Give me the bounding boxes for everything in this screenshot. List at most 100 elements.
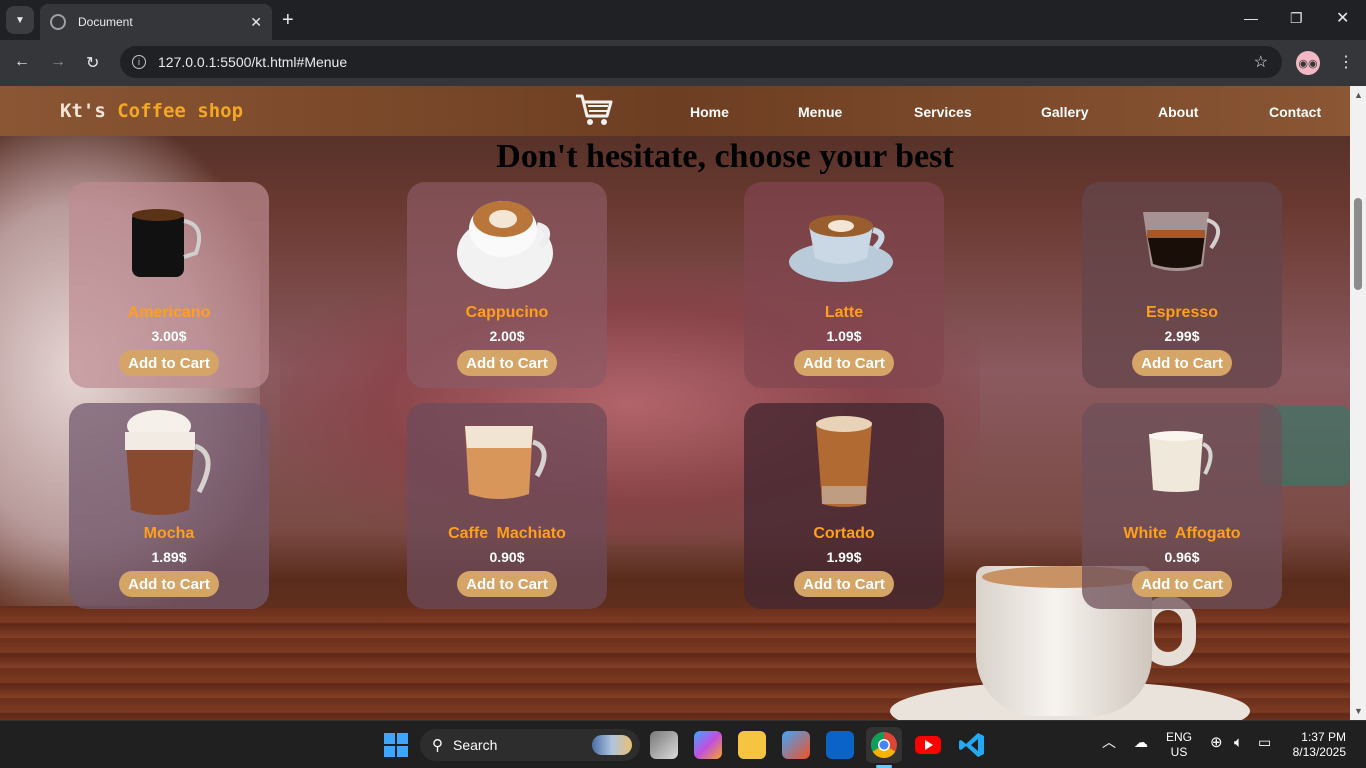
back-button[interactable]: ← <box>14 53 30 71</box>
product-card-cappucino: Cappucino 2.00$ Add to Cart <box>407 182 607 388</box>
nav-services[interactable]: Services <box>914 104 972 120</box>
copilot-icon[interactable] <box>694 731 722 759</box>
region-code: US <box>1170 745 1188 759</box>
volume-icon[interactable]: 🔈︎ <box>1234 735 1243 750</box>
white-affogato-image <box>1082 403 1282 521</box>
product-price: 0.90$ <box>489 549 525 565</box>
mocha-image <box>69 403 269 521</box>
task-view-icon[interactable] <box>650 731 678 759</box>
add-to-cart-button[interactable]: Add to Cart <box>794 350 894 376</box>
nav-about[interactable]: About <box>1158 104 1198 120</box>
product-card-caffe-machiato: Caffe Machiato 0.90$ Add to Cart <box>407 403 607 609</box>
product-card-americano: Americano 3.00$ Add to Cart <box>69 182 269 388</box>
caffe-machiato-image <box>407 403 607 521</box>
add-to-cart-button[interactable]: Add to Cart <box>457 350 557 376</box>
product-price: 2.00$ <box>489 328 525 344</box>
scrollbar-thumb[interactable] <box>1354 198 1362 290</box>
close-window-button[interactable]: ✕ <box>1336 8 1349 28</box>
shopping-cart-icon[interactable] <box>574 92 614 128</box>
address-bar[interactable]: i 127.0.0.1:5500/kt.html#Menue ☆ <box>120 46 1282 78</box>
add-to-cart-button[interactable]: Add to Cart <box>1132 571 1232 597</box>
product-price: 1.89$ <box>151 549 187 565</box>
reload-button[interactable]: ↻ <box>86 53 99 73</box>
product-name: Cappucino <box>465 304 549 321</box>
product-card-white-affogato: White Affogato 0.96$ Add to Cart <box>1082 403 1282 609</box>
brand-accent: Coffee shop <box>117 100 244 122</box>
tab-strip: ▼ Document ✕ + — ❐ ✕ <box>0 0 1366 40</box>
language-code: ENG <box>1166 730 1193 744</box>
tab-title: Document <box>78 15 133 29</box>
close-tab-icon[interactable]: ✕ <box>250 14 262 31</box>
nav-contact[interactable]: Contact <box>1269 104 1321 120</box>
add-to-cart-button[interactable]: Add to Cart <box>1132 350 1232 376</box>
search-highlight-icon <box>592 735 632 755</box>
product-name: White Affogato <box>1123 525 1241 542</box>
browser-tab[interactable]: Document ✕ <box>40 4 272 40</box>
youtube-icon[interactable] <box>914 731 942 759</box>
page-headline: Don't hesitate, choose your best <box>496 138 954 175</box>
microsoft-store-icon[interactable] <box>782 731 810 759</box>
page-viewport: Kt's Coffee shop Home Menue Services Gal… <box>0 86 1350 720</box>
globe-icon <box>50 14 66 30</box>
network-icon[interactable]: ⊕ <box>1210 735 1223 750</box>
tab-search-button[interactable]: ▼ <box>6 6 34 34</box>
forward-button[interactable]: → <box>50 53 66 71</box>
battery-icon[interactable]: ▭ <box>1258 735 1271 750</box>
chevron-down-icon: ▼ <box>15 14 25 26</box>
chrome-icon[interactable] <box>870 731 898 759</box>
vscode-icon[interactable] <box>958 731 986 759</box>
americano-image <box>69 182 269 300</box>
outlook-icon[interactable] <box>826 731 854 759</box>
latte-image <box>744 182 944 300</box>
onedrive-icon[interactable]: ☁ <box>1134 735 1148 750</box>
site-info-icon[interactable]: i <box>132 55 146 69</box>
cortado-image <box>744 403 944 521</box>
nav-gallery[interactable]: Gallery <box>1041 104 1088 120</box>
show-hidden-icons[interactable]: ︿ <box>1102 735 1116 750</box>
product-price: 2.99$ <box>1164 328 1200 344</box>
product-name: Americano <box>127 304 211 321</box>
windows-start-icon[interactable] <box>382 731 410 759</box>
windows-taskbar: ⚲ Search ︿ ☁ ENG US ⊕ 🔈︎ ▭ 1:37 PM 8/13/… <box>0 720 1366 768</box>
file-explorer-icon[interactable] <box>738 731 766 759</box>
add-to-cart-button[interactable]: Add to Cart <box>119 571 219 597</box>
scroll-up-arrow[interactable]: ▲ <box>1354 90 1363 100</box>
product-name: Cortado <box>813 525 875 542</box>
clock-time: 1:37 PM <box>1301 730 1346 744</box>
product-name: Espresso <box>1145 304 1219 321</box>
brand-prefix: Kt's <box>60 100 106 122</box>
nav-home[interactable]: Home <box>690 104 729 120</box>
minimize-button[interactable]: — <box>1244 10 1258 26</box>
new-tab-button[interactable]: + <box>282 10 294 30</box>
add-to-cart-button[interactable]: Add to Cart <box>457 571 557 597</box>
cappucino-image <box>407 182 607 300</box>
page-scrollbar[interactable]: ▲ ▼ <box>1350 86 1366 720</box>
product-name: Latte <box>824 304 864 321</box>
clock-date: 8/13/2025 <box>1292 745 1346 759</box>
profile-avatar[interactable]: ◉◉ <box>1296 51 1320 75</box>
site-header: Kt's Coffee shop Home Menue Services Gal… <box>0 86 1350 136</box>
taskbar-search[interactable]: ⚲ Search <box>420 729 640 761</box>
product-card-cortado: Cortado 1.99$ Add to Cart <box>744 403 944 609</box>
nav-menue[interactable]: Menue <box>798 104 842 120</box>
bookmark-star-icon[interactable]: ☆ <box>1254 52 1268 72</box>
product-price: 1.09$ <box>826 328 862 344</box>
search-icon: ⚲ <box>432 737 443 754</box>
site-logo[interactable]: Kt's Coffee shop <box>60 100 243 122</box>
clock[interactable]: 1:37 PM 8/13/2025 <box>1290 730 1346 760</box>
product-price: 0.96$ <box>1164 549 1200 565</box>
input-language[interactable]: ENG US <box>1166 730 1192 760</box>
add-to-cart-button[interactable]: Add to Cart <box>794 571 894 597</box>
product-price: 1.99$ <box>826 549 862 565</box>
product-card-latte: Latte 1.09$ Add to Cart <box>744 182 944 388</box>
product-price: 3.00$ <box>151 328 187 344</box>
product-name: Caffe Machiato <box>448 525 566 542</box>
product-card-espresso: Espresso 2.99$ Add to Cart <box>1082 182 1282 388</box>
url-text: 127.0.0.1:5500/kt.html#Menue <box>158 54 348 70</box>
add-to-cart-button[interactable]: Add to Cart <box>119 350 219 376</box>
scroll-down-arrow[interactable]: ▼ <box>1354 706 1363 716</box>
espresso-image <box>1082 182 1282 300</box>
search-label: Search <box>453 737 498 753</box>
browser-menu-icon[interactable]: ⋮ <box>1338 52 1354 72</box>
restore-button[interactable]: ❐ <box>1290 10 1303 27</box>
